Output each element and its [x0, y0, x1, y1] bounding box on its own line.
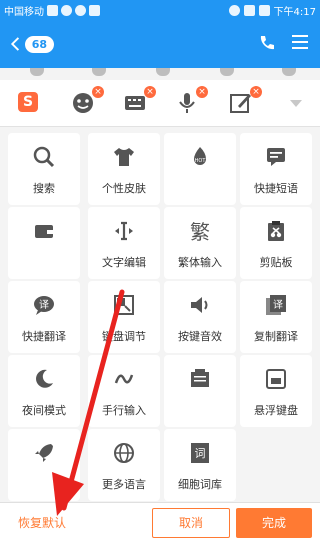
grid-item-label: 复制翻译	[254, 330, 298, 343]
grid-item-label: 繁体输入	[178, 256, 222, 269]
text-cursor-icon	[115, 221, 133, 241]
shirt-icon	[114, 148, 134, 166]
cancel-button[interactable]: 取消	[152, 508, 230, 538]
grid-item-traditional[interactable]: 繁 繁体输入	[164, 207, 236, 279]
grid-item-more-languages[interactable]: 更多语言	[88, 429, 160, 501]
grid-item-label: 剪贴板	[259, 256, 293, 269]
svg-text:词: 词	[195, 447, 206, 460]
floating-keyboard-icon	[266, 369, 286, 389]
done-button[interactable]: 完成	[236, 508, 312, 538]
translate-bubble-icon: 译	[34, 296, 54, 315]
footer-actions: 恢复默认 取消 完成	[0, 502, 320, 541]
remove-badge[interactable]: ×	[250, 86, 262, 98]
clock: 下午4:17	[273, 7, 316, 18]
wallet-icon	[35, 225, 53, 238]
grid-item-label: 文字编辑	[102, 256, 146, 269]
grid-item-label: 细胞词库	[178, 478, 222, 491]
grid-item-copy-translate[interactable]: 译 复制翻译	[240, 281, 312, 353]
copy-translate-icon: 译	[266, 295, 286, 315]
keyboard-toolbar-button[interactable]: ×	[122, 86, 156, 116]
remove-badge[interactable]: ×	[196, 86, 208, 98]
grid-item-skin[interactable]: 个性皮肤	[88, 133, 160, 205]
signal-icon	[243, 5, 255, 16]
phone-icon[interactable]	[258, 34, 276, 52]
grid-item-clipboard[interactable]: 剪贴板	[240, 207, 312, 279]
function-grid: 搜索 个性皮肤 HOT 快捷短语 文字编辑 繁 繁体输入 剪贴板 译 快捷翻译 …	[0, 127, 320, 502]
grid-item-label: 快捷翻译	[22, 330, 66, 343]
hot-icon: HOT	[194, 147, 207, 165]
grid-item-cell-dictionary[interactable]: 词 细胞词库	[164, 429, 236, 501]
grid-item-search[interactable]: 搜索	[8, 133, 80, 205]
search-icon	[33, 146, 55, 168]
app-notification-icon	[61, 5, 72, 16]
rocket-icon	[35, 444, 53, 462]
clipboard-icon	[268, 221, 284, 241]
collapse-caret-icon[interactable]	[290, 100, 302, 107]
image-icon	[92, 68, 106, 76]
svg-text:HOT: HOT	[195, 158, 207, 164]
grid-item-key-sound[interactable]: 按键音效	[164, 281, 236, 353]
svg-text:繁: 繁	[190, 220, 210, 243]
resize-icon	[114, 295, 134, 315]
battery-icon	[258, 5, 270, 16]
grid-item-label: 快捷短语	[254, 182, 298, 195]
hidden-chat-toolbar	[0, 68, 320, 80]
message-icon	[267, 148, 285, 166]
svg-text:译: 译	[273, 299, 283, 311]
grid-item-label: 按键音效	[178, 330, 222, 343]
remove-badge[interactable]: ×	[92, 86, 104, 98]
chat-header: 68	[0, 20, 320, 68]
grid-item-quick-phrase[interactable]: 快捷短语	[240, 133, 312, 205]
grid-item-rocket[interactable]	[8, 429, 80, 501]
handwrite-icon	[114, 374, 134, 384]
grid-item-label: 夜间模式	[22, 404, 66, 417]
handwrite-toolbar-button[interactable]: ×	[228, 86, 262, 116]
carrier-label: 中国移动	[4, 7, 44, 18]
keyboard-toolbar: S × × × ×	[0, 80, 320, 127]
status-bar: 中国移动 下午4:17	[0, 0, 320, 20]
grid-item-label: 搜索	[33, 182, 55, 195]
camera-icon	[156, 68, 170, 76]
svg-text:译: 译	[39, 299, 49, 311]
voice-toolbar-button[interactable]: ×	[174, 86, 208, 116]
grid-item-label: 手行输入	[102, 404, 146, 417]
emoji-icon	[220, 68, 234, 76]
moon-icon	[36, 369, 53, 388]
grid-item-label: 键盘调节	[102, 330, 146, 343]
restore-default-button[interactable]: 恢复默认	[18, 514, 66, 531]
back-button[interactable]: 68	[10, 32, 54, 56]
grid-item-floating-keyboard[interactable]: 悬浮键盘	[240, 355, 312, 427]
grid-item-quick-translate[interactable]: 译 快捷翻译	[8, 281, 80, 353]
emoji-toolbar-button[interactable]: ×	[70, 86, 104, 116]
menu-icon[interactable]	[292, 35, 308, 49]
unread-badge: 68	[24, 35, 54, 53]
traditional-char-icon: 繁	[190, 220, 210, 243]
dictionary-icon: 词	[191, 443, 209, 463]
phrase-icon	[191, 369, 209, 387]
grid-item-text-edit[interactable]: 文字编辑	[88, 207, 160, 279]
grid-item-handwrite[interactable]: 手行输入	[88, 355, 160, 427]
sogou-logo-icon[interactable]: S	[18, 92, 38, 112]
mic-icon	[30, 68, 44, 76]
grid-item-wallet[interactable]	[8, 207, 80, 279]
sim-icon	[47, 5, 58, 16]
app-notification-icon	[89, 5, 100, 16]
grid-item-label: 悬浮键盘	[254, 404, 298, 417]
plus-icon	[282, 68, 296, 76]
grid-item-keyboard-adjust[interactable]: 键盘调节	[88, 281, 160, 353]
grid-item-hot[interactable]: HOT	[164, 133, 236, 205]
wifi-icon	[228, 5, 240, 16]
grid-item-night-mode[interactable]: 夜间模式	[8, 355, 80, 427]
grid-item-phrase[interactable]	[164, 355, 236, 427]
remove-badge[interactable]: ×	[144, 86, 156, 98]
app-notification-icon	[75, 5, 86, 16]
grid-item-label: 更多语言	[102, 478, 146, 491]
globe-icon	[114, 443, 134, 463]
grid-item-label: 个性皮肤	[102, 182, 146, 195]
speaker-icon	[191, 297, 208, 313]
chevron-left-icon	[10, 37, 20, 51]
